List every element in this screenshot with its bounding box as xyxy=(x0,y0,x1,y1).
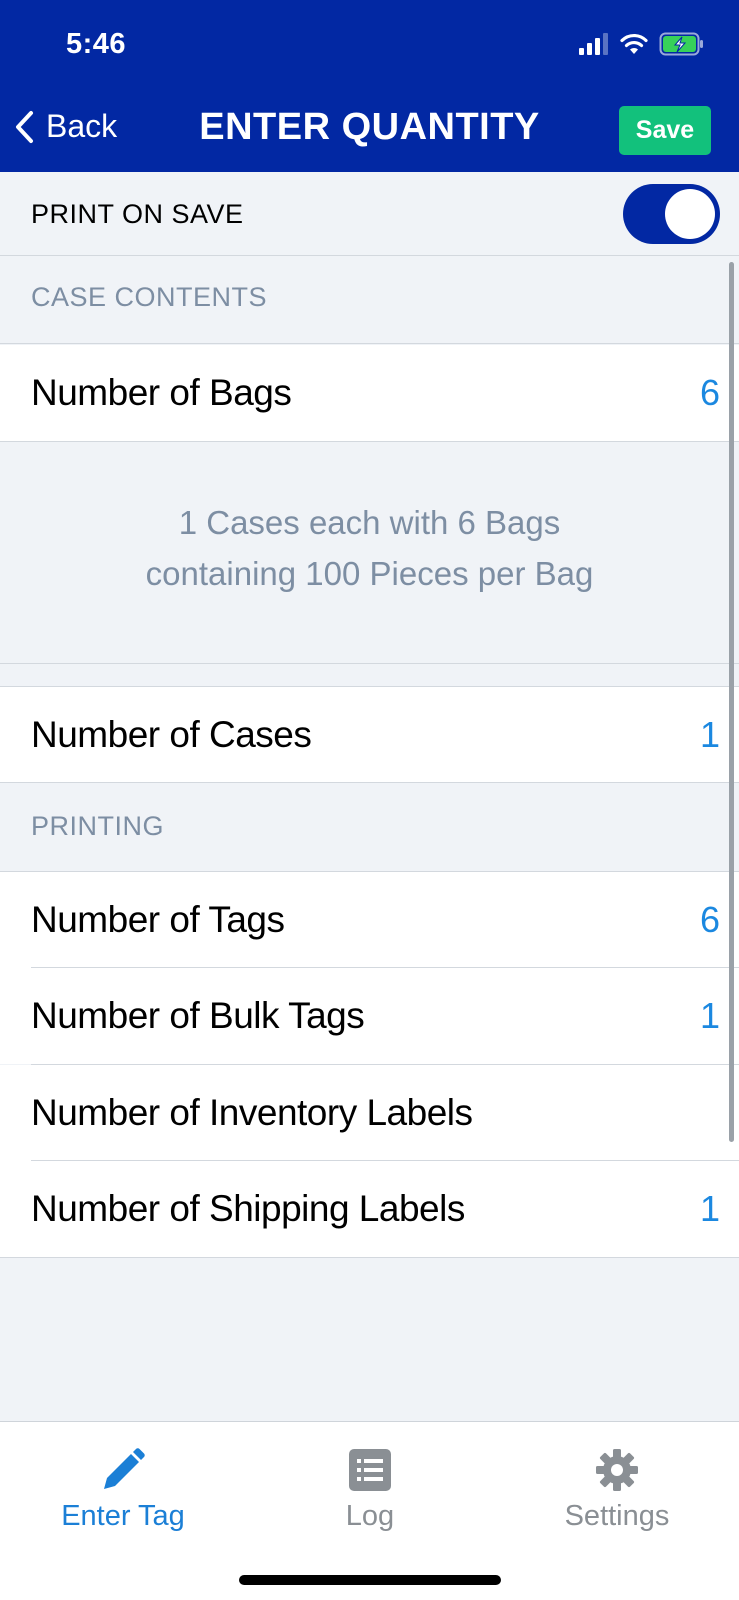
toggle-knob xyxy=(665,189,715,239)
scrollbar[interactable] xyxy=(729,262,734,1142)
number-of-shipping-labels-value: 1 xyxy=(699,1188,720,1229)
tab-log[interactable]: Log xyxy=(270,1422,470,1552)
tab-bar: Enter Tag Log Settings xyxy=(0,1421,739,1600)
signal-icon xyxy=(579,33,608,55)
status-time: 5:46 xyxy=(66,28,127,60)
number-of-bags-row[interactable]: Number of Bags 6 xyxy=(0,345,739,441)
list-icon xyxy=(349,1449,391,1491)
section-title-printing: PRINTING xyxy=(31,811,165,841)
case-summary: 1 Cases each with 6 Bags containing 100 … xyxy=(0,497,739,599)
number-of-cases-row[interactable]: Number of Cases 1 xyxy=(0,687,739,783)
section-header-case-contents: CASE CONTENTS xyxy=(0,256,739,344)
number-of-inventory-labels-row[interactable]: Number of Inventory Labels xyxy=(0,1065,739,1161)
print-on-save-label: PRINT ON SAVE xyxy=(31,199,244,229)
case-summary-line1: 1 Cases each with 6 Bags xyxy=(178,504,561,541)
section-title-case-contents: CASE CONTENTS xyxy=(31,282,268,312)
wifi-icon xyxy=(620,33,648,54)
number-of-tags-value: 6 xyxy=(699,899,720,940)
tab-log-label: Log xyxy=(345,1500,395,1532)
divider xyxy=(0,441,739,442)
tab-settings[interactable]: Settings xyxy=(517,1422,717,1552)
number-of-cases-label: Number of Cases xyxy=(31,714,312,755)
section-header-printing: PRINTING xyxy=(0,782,739,872)
number-of-cases-value: 1 xyxy=(699,714,720,755)
back-label: Back xyxy=(46,108,118,144)
save-button[interactable]: Save xyxy=(619,106,711,155)
nav-header: 5:46 Back ENTER QUANTITY Save xyxy=(0,0,739,172)
number-of-bags-label: Number of Bags xyxy=(31,372,292,413)
number-of-shipping-labels-row[interactable]: Number of Shipping Labels 1 xyxy=(0,1161,739,1257)
battery-charging-icon xyxy=(659,32,703,56)
number-of-inventory-labels-label: Number of Inventory Labels xyxy=(31,1092,473,1133)
divider xyxy=(0,1257,739,1258)
chevron-left-icon xyxy=(16,110,33,143)
number-of-bulk-tags-label: Number of Bulk Tags xyxy=(31,995,365,1036)
home-indicator xyxy=(239,1575,501,1585)
number-of-tags-row[interactable]: Number of Tags 6 xyxy=(0,872,739,968)
tab-settings-label: Settings xyxy=(564,1500,670,1532)
print-on-save-toggle[interactable] xyxy=(623,184,720,244)
back-button[interactable]: Back xyxy=(14,108,117,145)
number-of-bulk-tags-value: 1 xyxy=(699,995,720,1036)
divider xyxy=(0,663,739,664)
number-of-bags-value: 6 xyxy=(699,372,720,413)
tab-enter-tag-label: Enter Tag xyxy=(61,1500,185,1532)
gear-icon xyxy=(596,1449,638,1491)
pencil-icon xyxy=(104,1448,145,1489)
number-of-bulk-tags-row[interactable]: Number of Bulk Tags 1 xyxy=(0,968,739,1064)
tab-enter-tag[interactable]: Enter Tag xyxy=(23,1422,223,1552)
number-of-shipping-labels-label: Number of Shipping Labels xyxy=(31,1188,465,1229)
case-summary-line2: containing 100 Pieces per Bag xyxy=(145,555,594,592)
status-icons xyxy=(579,32,705,56)
number-of-tags-label: Number of Tags xyxy=(31,899,285,940)
